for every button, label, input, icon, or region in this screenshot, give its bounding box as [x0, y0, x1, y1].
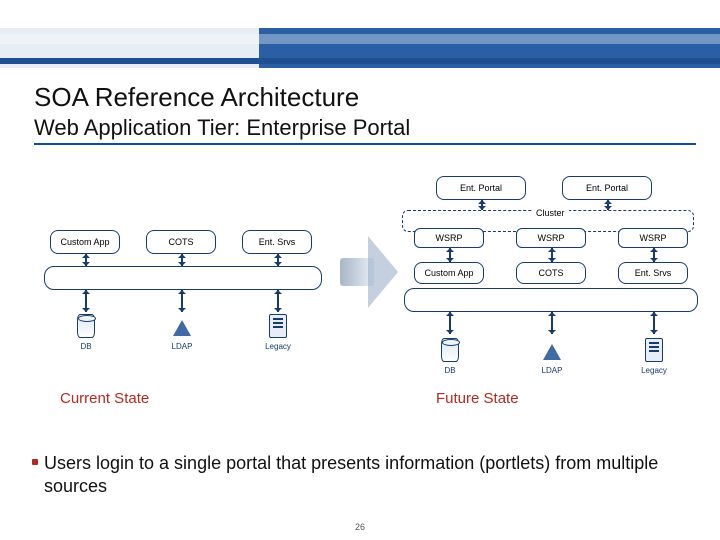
arrow-wsrp-1	[449, 248, 451, 262]
future-app-custom: Custom App	[414, 262, 484, 284]
arrow-wsrp-2	[551, 248, 553, 262]
future-portal-2-label: Ent. Portal	[586, 183, 628, 193]
arrow-current-6	[277, 290, 279, 312]
transition-arrow-icon	[334, 218, 390, 328]
future-legacy-label: Legacy	[628, 366, 680, 375]
legacy-label: Legacy	[252, 342, 304, 351]
future-db-label: DB	[424, 366, 476, 375]
bullet-point: Users login to a single portal that pres…	[44, 452, 692, 497]
slide-title-block: SOA Reference Architecture Web Applicati…	[34, 82, 696, 141]
header-band	[0, 28, 720, 68]
slide-title: SOA Reference Architecture	[34, 82, 696, 113]
architecture-diagram: Custom App COTS Ent. Srvs DB LDAP Legacy…	[0, 160, 720, 430]
future-app-cots-label: COTS	[538, 268, 563, 278]
future-ldap-label: LDAP	[526, 366, 578, 375]
arrow-future-b3	[653, 312, 655, 334]
arrow-future-b1	[449, 312, 451, 334]
future-app-cots: COTS	[516, 262, 586, 284]
future-wsrp-1-label: WSRP	[436, 233, 463, 243]
future-portal-1-label: Ent. Portal	[460, 183, 502, 193]
current-app-cots-label: COTS	[168, 237, 193, 247]
arrow-portal-1	[481, 200, 483, 210]
header-shine	[0, 34, 720, 44]
slide-subtitle: Web Application Tier: Enterprise Portal	[34, 115, 696, 141]
arrow-wsrp-3	[653, 248, 655, 262]
future-app-entsrv-label: Ent. Srvs	[635, 268, 672, 278]
db-icon: DB	[72, 312, 100, 340]
page-number: 26	[0, 522, 720, 532]
future-state-label: Future State	[436, 390, 519, 407]
cluster-label: Cluster	[532, 208, 569, 218]
arrow-future-b2	[551, 312, 553, 334]
future-app-custom-label: Custom App	[424, 268, 473, 278]
future-db-icon: DB	[436, 336, 464, 364]
future-ldap-icon: LDAP	[538, 336, 566, 364]
future-wsrp-3-label: WSRP	[640, 233, 667, 243]
current-state-label: Current State	[60, 390, 149, 407]
bullet-icon	[32, 459, 38, 465]
current-app-custom-label: Custom App	[60, 237, 109, 247]
arrow-current-3	[277, 254, 279, 266]
current-app-entsrv-label: Ent. Srvs	[259, 237, 296, 247]
arrow-current-4	[85, 290, 87, 312]
arrow-current-5	[181, 290, 183, 312]
ldap-icon: LDAP	[168, 312, 196, 340]
arrow-current-1	[85, 254, 87, 266]
header-underline	[0, 58, 720, 64]
future-legacy-icon: Legacy	[640, 336, 668, 364]
legacy-icon: Legacy	[264, 312, 292, 340]
ldap-label: LDAP	[156, 342, 208, 351]
arrow-portal-2	[607, 200, 609, 210]
bullet-text: Users login to a single portal that pres…	[44, 453, 658, 496]
db-label: DB	[60, 342, 112, 351]
title-rule	[34, 143, 696, 145]
future-wsrp-2-label: WSRP	[538, 233, 565, 243]
arrow-current-2	[181, 254, 183, 266]
future-app-entsrv: Ent. Srvs	[618, 262, 688, 284]
